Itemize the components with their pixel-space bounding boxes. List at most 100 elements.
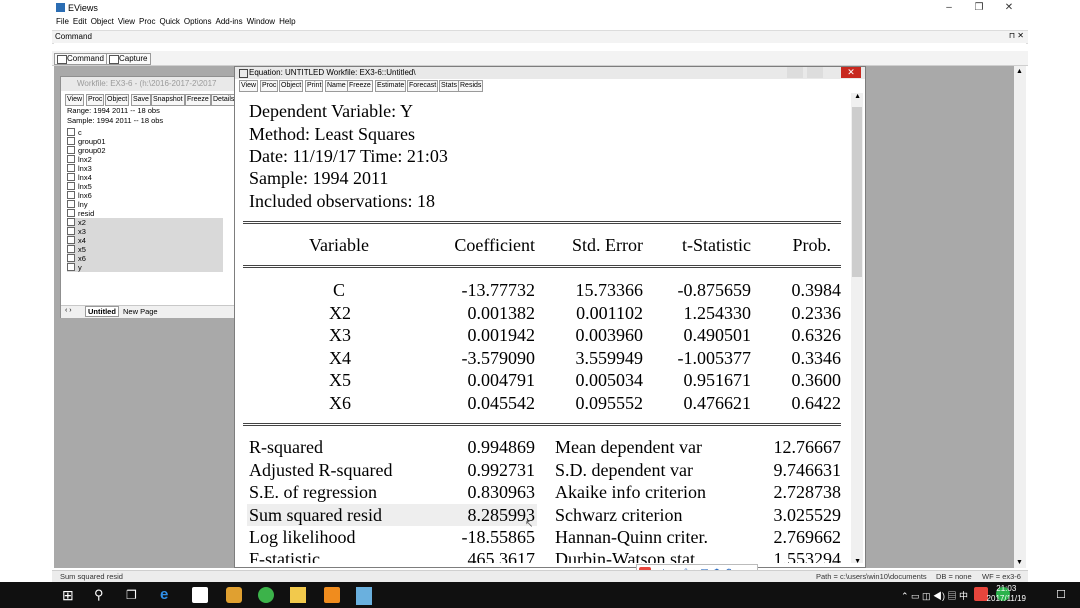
wf-snapshot-button[interactable]: Snapshot (151, 94, 185, 106)
menu-options[interactable]: Options (184, 16, 212, 28)
stat-value: 465.3617 (467, 549, 536, 563)
app-icon[interactable] (226, 587, 242, 603)
list-item[interactable]: group02 (67, 146, 106, 155)
series-icon (67, 182, 75, 190)
wf-object-button[interactable]: Object (105, 94, 130, 106)
table-cell: 0.3984 (791, 280, 842, 300)
tray-icons[interactable]: ⌃ ▭ ◫ ◀) ▤ 中 (901, 589, 968, 602)
list-item[interactable]: lnx4 (67, 173, 92, 182)
eq-restore-icon[interactable] (825, 67, 839, 78)
series-icon (67, 155, 75, 163)
wf-proc-button[interactable]: Proc (86, 94, 105, 106)
menu-view[interactable]: View (118, 16, 135, 28)
equation-title[interactable]: Equation: UNTITLED Workfile: EX3-6::Unti… (235, 67, 865, 79)
restore-icon[interactable]: ❐ (966, 1, 992, 15)
scroll-up-icon[interactable]: ▲ (1016, 68, 1023, 75)
menu-window[interactable]: Window (247, 16, 275, 28)
list-item[interactable]: x2 (67, 218, 223, 227)
eq-scroll-down-icon[interactable]: ▼ (854, 558, 861, 565)
slides-icon[interactable] (324, 587, 340, 603)
capture-icon (109, 55, 119, 64)
list-item[interactable]: group01 (67, 137, 106, 146)
eq-freeze-button[interactable]: Freeze (347, 80, 373, 92)
pin-close-icon[interactable]: ⊓ ✕ (1009, 31, 1024, 40)
table-rule-mid (243, 265, 841, 268)
status-wf[interactable]: WF = ex3-6 (982, 572, 1021, 581)
series-icon (67, 236, 75, 244)
close-icon[interactable]: ✕ (996, 1, 1022, 15)
table-cell: -13.77732 (461, 280, 536, 300)
list-item[interactable]: y (67, 263, 223, 272)
group-icon (67, 137, 75, 145)
menu-addins[interactable]: Add-ins (216, 16, 243, 28)
series-icon (67, 263, 75, 271)
eq-minimize-icon[interactable] (787, 67, 803, 78)
list-item[interactable]: lnx2 (67, 155, 92, 164)
menu-proc[interactable]: Proc (139, 16, 155, 28)
list-item[interactable]: x6 (67, 254, 223, 263)
stat-value: 9.746631 (773, 460, 842, 480)
menu-file[interactable]: File (56, 16, 69, 28)
edge-icon[interactable]: e (160, 587, 176, 603)
tab-nav-icon[interactable]: ‹ › (65, 307, 72, 314)
wf-view-button[interactable]: View (65, 94, 85, 106)
workfile-sample[interactable]: Sample: 1994 2011 -- 18 obs (67, 116, 163, 125)
tab-untitled[interactable]: Untitled (85, 306, 119, 317)
table-row: X4 (329, 348, 351, 368)
table-cell: 15.73366 (575, 280, 644, 300)
eq-resids-button[interactable]: Resids (458, 80, 484, 92)
eq-close-icon[interactable]: ✕ (841, 67, 861, 78)
equation-scroll-thumb[interactable] (852, 107, 862, 277)
eq-view-button[interactable]: View (239, 80, 259, 92)
list-item[interactable]: c (67, 128, 82, 137)
list-item[interactable]: resid (67, 209, 94, 218)
wf-details-button[interactable]: Details (211, 94, 237, 106)
workfile-title[interactable]: Workfile: EX3-6 - (h:\2016-2017-2\2017 (61, 77, 235, 91)
eq-object-button[interactable]: Object (279, 80, 304, 92)
tab-command[interactable]: Command (54, 53, 108, 65)
search-icon[interactable]: ⚲ (94, 587, 110, 603)
stat-label: Log likelihood (249, 527, 356, 547)
eq-name-button[interactable]: Name (325, 80, 348, 92)
status-db[interactable]: DB = none (936, 572, 972, 581)
workfile-range[interactable]: Range: 1994 2011 -- 18 obs (67, 106, 160, 115)
table-cell: -1.005377 (677, 348, 752, 368)
equation-window[interactable]: Equation: UNTITLED Workfile: EX3-6::Unti… (234, 66, 866, 568)
eq-proc-button[interactable]: Proc (260, 80, 279, 92)
minimize-icon[interactable]: – (936, 1, 962, 15)
list-item[interactable]: x4 (67, 236, 223, 245)
series-icon (67, 218, 75, 226)
wf-save-button[interactable]: Save (131, 94, 151, 106)
eq-print-button[interactable]: Print (305, 80, 324, 92)
list-item[interactable]: lnx6 (67, 191, 92, 200)
eq-estimate-button[interactable]: Estimate (375, 80, 407, 92)
eq-stats-button[interactable]: Stats (439, 80, 459, 92)
workspace-scrollbar[interactable]: ▲ ▼ (1014, 66, 1026, 568)
list-item[interactable]: lnx5 (67, 182, 92, 191)
tab-capture[interactable]: Capture (106, 53, 152, 65)
folder-icon[interactable] (290, 587, 306, 603)
taskbar-clock[interactable]: 21:03 2017/11/19 (987, 584, 1026, 604)
menu-edit[interactable]: Edit (73, 16, 87, 28)
windows-start-icon[interactable]: ⊞ (62, 587, 78, 603)
eq-forecast-button[interactable]: Forecast (407, 80, 439, 92)
notification-icon[interactable]: ☐ (1056, 588, 1066, 601)
list-item[interactable]: x5 (67, 245, 223, 254)
eq-scroll-up-icon[interactable]: ▲ (854, 93, 861, 100)
tab-new-page[interactable]: New Page (123, 307, 158, 316)
list-item[interactable]: x3 (67, 227, 223, 236)
list-item[interactable]: lnx3 (67, 164, 92, 173)
store-icon[interactable] (192, 587, 208, 603)
menu-object[interactable]: Object (91, 16, 114, 28)
list-item[interactable]: lny (67, 200, 88, 209)
eq-maximize-icon[interactable] (807, 67, 823, 78)
wf-freeze-button[interactable]: Freeze (185, 94, 211, 106)
eviews-taskbar-icon[interactable] (356, 587, 372, 605)
workfile-window[interactable]: Workfile: EX3-6 - (h:\2016-2017-2\2017 V… (60, 76, 237, 318)
status-path[interactable]: Path = c:\users\win10\documents (816, 572, 927, 581)
scroll-down-icon[interactable]: ▼ (1016, 559, 1023, 566)
menu-help[interactable]: Help (279, 16, 295, 28)
browser-icon[interactable] (258, 587, 274, 603)
menu-quick[interactable]: Quick (159, 16, 179, 28)
task-view-icon[interactable]: ❐ (126, 587, 142, 603)
